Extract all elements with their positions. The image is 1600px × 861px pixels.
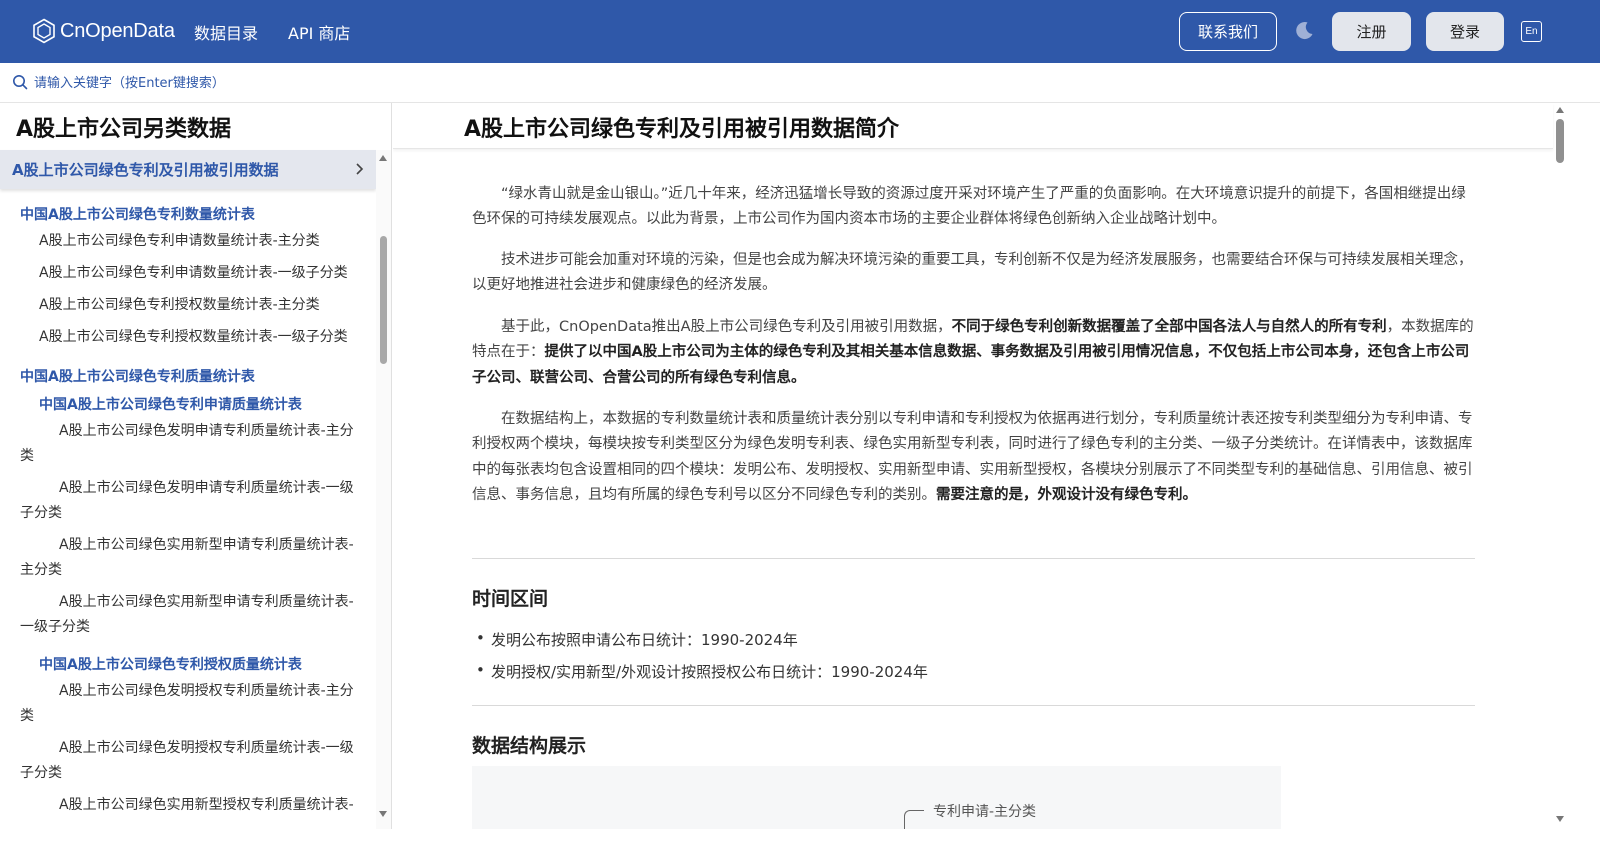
paragraph-bold-text: 需要注意的是，外观设计没有绿色专利。 bbox=[936, 486, 1197, 503]
sidebar-item[interactable]: A股上市公司绿色专利授权数量统计表-主分类 bbox=[39, 293, 320, 318]
moon-icon[interactable] bbox=[1292, 19, 1316, 43]
sidebar-item[interactable]: A股上市公司绿色发明授权专利质量统计表-一级 bbox=[59, 736, 354, 761]
divider bbox=[472, 705, 1475, 706]
logo[interactable]: CnOpenData bbox=[32, 17, 175, 45]
search-input[interactable] bbox=[34, 73, 434, 93]
page-scroll-thumb[interactable] bbox=[1556, 119, 1564, 163]
sidebar-item-wrap[interactable]: 类 bbox=[20, 444, 34, 469]
divider bbox=[472, 558, 1475, 559]
search-icon bbox=[13, 75, 28, 90]
sidebar-active-section[interactable]: A股上市公司绿色专利及引用被引用数据 bbox=[0, 150, 376, 189]
sidebar-item[interactable]: A股上市公司绿色发明申请专利质量统计表-一级 bbox=[59, 476, 354, 501]
tree-node-label: 专利申请-主分类 bbox=[933, 804, 1037, 820]
chevron-right-icon bbox=[356, 163, 364, 175]
login-button[interactable]: 登录 bbox=[1426, 12, 1504, 51]
sidebar-category[interactable]: 中国A股上市公司绿色专利质量统计表 bbox=[20, 366, 255, 386]
sidebar-item[interactable]: A股上市公司绿色实用新型授权专利质量统计表- bbox=[59, 793, 354, 818]
sidebar-item-wrap[interactable]: 主分类 bbox=[20, 558, 62, 583]
sidebar-active-section-label: A股上市公司绿色专利及引用被引用数据 bbox=[12, 161, 279, 179]
page-title: A股上市公司绿色专利及引用被引用数据简介 bbox=[464, 117, 900, 142]
sidebar-item-wrap[interactable]: 子分类 bbox=[20, 761, 62, 786]
register-button[interactable]: 注册 bbox=[1332, 12, 1411, 51]
intro-paragraph-4: 在数据结构上，本数据的专利数量统计表和质量统计表分别以专利申请和专利授权为依据再… bbox=[472, 407, 1475, 508]
list-item: 发明公布按照申请公布日统计：1990-2024年 bbox=[476, 629, 798, 650]
sidebar: A股上市公司另类数据 A股上市公司绿色专利及引用被引用数据 中国A股上市公司绿色… bbox=[0, 103, 392, 829]
sidebar-item[interactable]: A股上市公司绿色实用新型申请专利质量统计表- bbox=[59, 533, 354, 558]
intro-paragraph-1: “绿水青山就是金山银山。”近几十年来，经济迅猛增长导致的资源过度开采对环境产生了… bbox=[472, 186, 1466, 228]
scroll-up-arrow-icon[interactable] bbox=[379, 155, 387, 161]
sidebar-title: A股上市公司另类数据 bbox=[16, 117, 232, 142]
hexagon-logo-icon bbox=[33, 18, 55, 44]
section-heading-time-range: 时间区间 bbox=[472, 588, 549, 610]
sidebar-scroll-thumb[interactable] bbox=[380, 236, 387, 364]
section-heading-data-structure: 数据结构展示 bbox=[472, 735, 587, 757]
sidebar-item[interactable]: A股上市公司绿色专利授权数量统计表-一级子分类 bbox=[39, 325, 348, 350]
tree-connector bbox=[904, 810, 924, 829]
sidebar-item-wrap[interactable]: 子分类 bbox=[20, 501, 62, 526]
main-content: A股上市公司绿色专利及引用被引用数据简介 “绿水青山就是金山银山。”近几十年来，… bbox=[393, 103, 1600, 829]
paragraph-bold-text: 提供了以中国A股上市公司为主体的绿色专利及其相关基本信息数据、事务数据及引用被引… bbox=[472, 344, 1470, 386]
search-bar bbox=[0, 63, 1600, 103]
intro-paragraph-3: 基于此，CnOpenData推出A股上市公司绿色专利及引用被引用数据，不同于绿色… bbox=[472, 315, 1475, 391]
logo-text: CnOpenData bbox=[60, 19, 175, 42]
contact-us-button[interactable]: 联系我们 bbox=[1179, 12, 1277, 51]
scroll-down-arrow-icon[interactable] bbox=[379, 811, 387, 817]
nav-data-catalog[interactable]: 数据目录 bbox=[194, 20, 258, 44]
data-structure-diagram: 专利申请-主分类 bbox=[472, 766, 1281, 829]
list-item: 发明授权/实用新型/外观设计按照授权公布日统计：1990-2024年 bbox=[476, 661, 928, 682]
page-scroll-down-arrow-icon[interactable] bbox=[1556, 816, 1564, 822]
nav-api-store[interactable]: API 商店 bbox=[288, 20, 350, 44]
sidebar-item[interactable]: A股上市公司绿色专利申请数量统计表-一级子分类 bbox=[39, 261, 348, 286]
sidebar-item[interactable]: A股上市公司绿色专利申请数量统计表-主分类 bbox=[39, 229, 320, 254]
paragraph-bold-text: 不同于绿色专利创新数据覆盖了全部中国各法人与自然人的所有专利 bbox=[951, 319, 1387, 335]
sidebar-item[interactable]: A股上市公司绿色发明授权专利质量统计表-主分 bbox=[59, 679, 354, 704]
sidebar-item-wrap[interactable]: 一级子分类 bbox=[20, 615, 90, 640]
page-scroll-up-arrow-icon[interactable] bbox=[1556, 107, 1564, 113]
content-header: A股上市公司绿色专利及引用被引用数据简介 bbox=[393, 103, 1553, 149]
sidebar-item[interactable]: A股上市公司绿色实用新型申请专利质量统计表- bbox=[59, 590, 354, 615]
sidebar-subcategory[interactable]: 中国A股上市公司绿色专利授权质量统计表 bbox=[39, 654, 302, 674]
sidebar-category[interactable]: 中国A股上市公司绿色专利数量统计表 bbox=[20, 204, 255, 224]
paragraph-text: 基于此，CnOpenData推出A股上市公司绿色专利及引用被引用数据， bbox=[501, 319, 952, 335]
top-navbar: CnOpenData 数据目录 API 商店 联系我们 注册 登录 En bbox=[0, 0, 1600, 63]
intro-paragraph-2: 技术进步可能会加重对环境的污染，但是也会成为解决环境污染的重要工具，专利创新不仅… bbox=[472, 252, 1473, 294]
language-toggle[interactable]: En bbox=[1521, 21, 1542, 42]
sidebar-item[interactable]: A股上市公司绿色发明申请专利质量统计表-主分 bbox=[59, 419, 354, 444]
sidebar-item-wrap[interactable]: 类 bbox=[20, 704, 34, 729]
sidebar-subcategory[interactable]: 中国A股上市公司绿色专利申请质量统计表 bbox=[39, 394, 302, 414]
